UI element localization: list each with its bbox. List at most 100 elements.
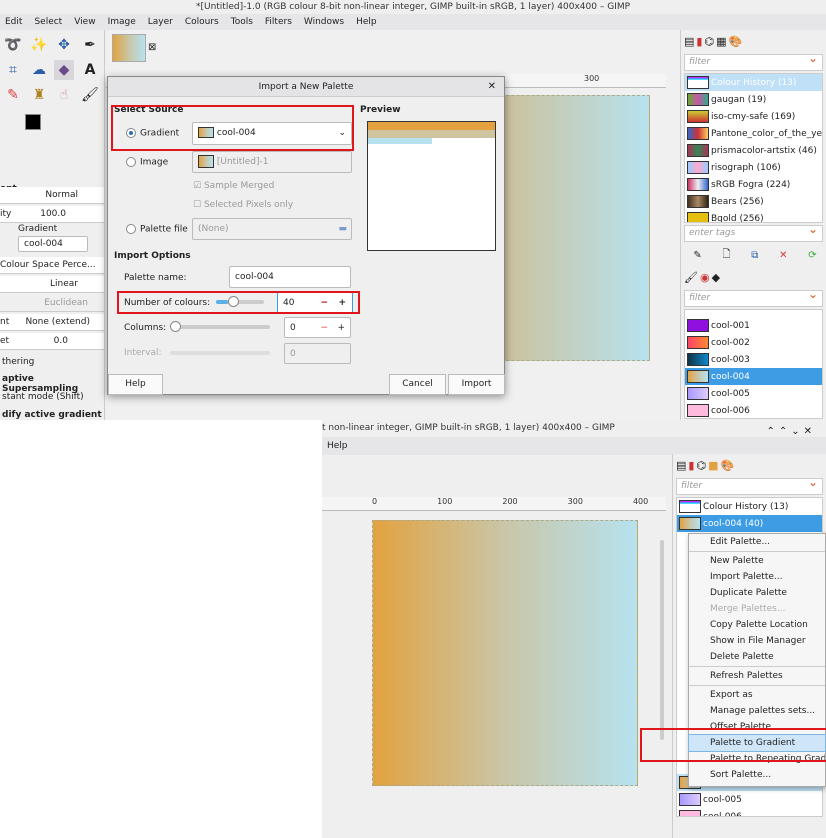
menu-item-new-palette[interactable]: New Palette bbox=[689, 553, 825, 569]
lasso-icon[interactable]: ➰ bbox=[3, 35, 23, 55]
menu-item-show-in-file-manager[interactable]: Show in File Manager bbox=[689, 633, 825, 649]
import-button[interactable]: Import bbox=[448, 374, 505, 395]
palette-item[interactable]: cool-004 (40) bbox=[677, 515, 822, 532]
palette-file-chooser[interactable]: (None) ▬ bbox=[192, 218, 352, 240]
palettes-filter-input[interactable]: filter bbox=[684, 51, 823, 71]
palettes-tab-icon[interactable]: ▮ bbox=[688, 459, 694, 472]
palette-tab-icon[interactable]: 🎨 bbox=[728, 35, 742, 48]
help-button[interactable]: Help bbox=[108, 374, 163, 395]
palette-item[interactable]: Colour History (13) bbox=[685, 74, 822, 91]
menu-item-duplicate-palette[interactable]: Duplicate Palette bbox=[689, 585, 825, 601]
refresh-palettes-icon[interactable]: ⟳ bbox=[808, 250, 816, 261]
text-tool-icon[interactable]: A bbox=[80, 60, 100, 80]
offset-field[interactable]: et 0.0 bbox=[0, 333, 104, 350]
palette-item[interactable]: Colour History (13) bbox=[677, 498, 822, 515]
sample-merged-checkbox[interactable]: ☑ Sample Merged bbox=[193, 181, 274, 191]
columns-slider[interactable] bbox=[174, 325, 270, 329]
opacity-slider[interactable]: ity 100.0 bbox=[0, 206, 104, 223]
instant-mode-checkbox[interactable]: stant mode (Shift) bbox=[2, 392, 84, 402]
palette-swatch-tab-icon[interactable]: ■ bbox=[708, 459, 718, 472]
eraser-icon[interactable]: ✎ bbox=[3, 85, 23, 105]
columns-slider-handle[interactable] bbox=[170, 321, 181, 332]
gradient-item[interactable]: cool-005 bbox=[677, 791, 822, 808]
increment-icon[interactable]: + bbox=[337, 318, 345, 338]
fuzzy-select-icon[interactable]: ✨ bbox=[29, 35, 49, 55]
crop-icon[interactable]: ⌗ bbox=[3, 60, 23, 80]
menu-layer[interactable]: Layer bbox=[148, 14, 173, 30]
menu-item-merge-palettes[interactable]: Merge Palettes... bbox=[689, 601, 825, 617]
menu-item-edit-palette[interactable]: Edit Palette... bbox=[689, 534, 825, 550]
palette-tab-icon[interactable]: 🎨 bbox=[720, 459, 734, 472]
metric-select[interactable]: Euclidean bbox=[0, 295, 104, 312]
interval-spinbox[interactable]: 0 bbox=[284, 343, 351, 364]
menu-view[interactable]: View bbox=[74, 14, 95, 30]
clone-icon[interactable]: ♜ bbox=[29, 85, 49, 105]
vertical-scrollbar[interactable] bbox=[660, 540, 664, 740]
menu-item-copy-palette-location[interactable]: Copy Palette Location bbox=[689, 617, 825, 633]
gradient-item[interactable]: cool-006 bbox=[677, 808, 822, 816]
image-radio[interactable]: Image bbox=[126, 157, 168, 168]
dithering-checkbox[interactable]: thering bbox=[2, 357, 34, 367]
image-select[interactable]: [Untitled]-1 bbox=[192, 151, 352, 173]
palette-item[interactable]: sRGB Fogra (224) bbox=[685, 176, 822, 193]
gradients-filter-input[interactable]: filter bbox=[684, 287, 823, 307]
palette-item[interactable]: Pantone_color_of_the_year ( bbox=[685, 125, 822, 142]
brushes-tab-icon[interactable]: 🖌 bbox=[684, 271, 698, 284]
palette-item[interactable]: iso-cmy-safe (169) bbox=[685, 108, 822, 125]
new-palette-icon[interactable]: 🗋 bbox=[722, 247, 730, 264]
decrement-icon[interactable]: − bbox=[320, 318, 328, 338]
menu-filters[interactable]: Filters bbox=[265, 14, 292, 30]
close-tab-icon[interactable]: ⊠ bbox=[148, 42, 156, 53]
move-icon[interactable]: ✥ bbox=[54, 35, 74, 55]
palette-name-input[interactable]: cool-004 bbox=[229, 266, 351, 288]
menu-select[interactable]: Select bbox=[34, 14, 62, 30]
interval-slider[interactable] bbox=[170, 351, 270, 355]
menu-tools[interactable]: Tools bbox=[231, 14, 253, 30]
dialog-close-icon[interactable]: ✕ bbox=[488, 81, 496, 92]
palette-item[interactable]: gaugan (19) bbox=[685, 91, 822, 108]
columns-spinbox[interactable]: 0 − + bbox=[284, 317, 351, 338]
image-tab-thumbnail[interactable] bbox=[112, 34, 146, 62]
adaptive-supersampling-checkbox[interactable]: aptive Supersampling bbox=[2, 374, 104, 394]
layers-tab-icon[interactable]: ▤ bbox=[676, 459, 686, 472]
palette-item[interactable]: Bgold (256) bbox=[685, 210, 822, 222]
gradient-item[interactable]: cool-006 bbox=[685, 402, 822, 418]
gradient-item[interactable]: cool-004 bbox=[685, 368, 822, 385]
modify-active-gradient-checkbox[interactable]: dify active gradient bbox=[2, 410, 102, 420]
palette-item[interactable]: prismacolor-artstix (46) bbox=[685, 142, 822, 159]
gradient-tool-icon[interactable]: ◆ bbox=[54, 60, 74, 80]
palettes-filter-input[interactable]: filter bbox=[676, 475, 823, 495]
edit-palette-icon[interactable]: ✎ bbox=[693, 250, 701, 261]
paths-icon[interactable]: ✒ bbox=[80, 35, 100, 55]
fonts-tab-icon[interactable]: ⌬ bbox=[696, 459, 706, 472]
smudge-icon[interactable]: ☝ bbox=[54, 85, 74, 105]
blend-colour-space-select[interactable]: Colour Space Perce... bbox=[0, 257, 104, 274]
palette-file-radio[interactable]: Palette file bbox=[126, 224, 188, 235]
menu-item-delete-palette[interactable]: Delete Palette bbox=[689, 649, 825, 665]
repeat-select[interactable]: nt None (extend) bbox=[0, 314, 104, 331]
gradient-item[interactable]: cool-001 bbox=[685, 317, 822, 334]
menu-help[interactable]: Help bbox=[327, 437, 348, 455]
patterns-tab-icon[interactable]: ▦ bbox=[716, 35, 726, 48]
dynamics-tab-icon[interactable]: ◉ bbox=[700, 271, 710, 284]
mode-select[interactable]: Normal bbox=[0, 187, 104, 204]
gradient-item[interactable]: cool-003 bbox=[685, 351, 822, 368]
menu-item-manage-palettes-sets[interactable]: Manage palettes sets... bbox=[689, 703, 825, 719]
fonts-tab-icon[interactable]: ⌬ bbox=[704, 35, 714, 48]
menu-item-import-palette[interactable]: Import Palette... bbox=[689, 569, 825, 585]
duplicate-palette-icon[interactable]: ⧉ bbox=[751, 250, 758, 261]
gradient-item[interactable]: cool-002 bbox=[685, 334, 822, 351]
selected-pixels-checkbox[interactable]: ☐ Selected Pixels only bbox=[193, 200, 293, 210]
menu-item-refresh-palettes[interactable]: Refresh Palettes bbox=[689, 668, 825, 684]
menu-item-sort-palette[interactable]: Sort Palette... bbox=[689, 767, 825, 783]
palette-item[interactable]: risograph (106) bbox=[685, 159, 822, 176]
palette-item[interactable]: Bears (256) bbox=[685, 193, 822, 210]
cancel-button[interactable]: Cancel bbox=[389, 374, 446, 395]
menu-colours[interactable]: Colours bbox=[185, 14, 219, 30]
gradient-item[interactable]: cool-005 bbox=[685, 385, 822, 402]
dock-window-controls[interactable]: ⌃⌃⌄✕ bbox=[766, 426, 816, 437]
menu-windows[interactable]: Windows bbox=[304, 14, 344, 30]
image-canvas[interactable] bbox=[372, 520, 638, 786]
shape-select[interactable]: Linear bbox=[0, 276, 104, 293]
menu-image[interactable]: Image bbox=[108, 14, 136, 30]
